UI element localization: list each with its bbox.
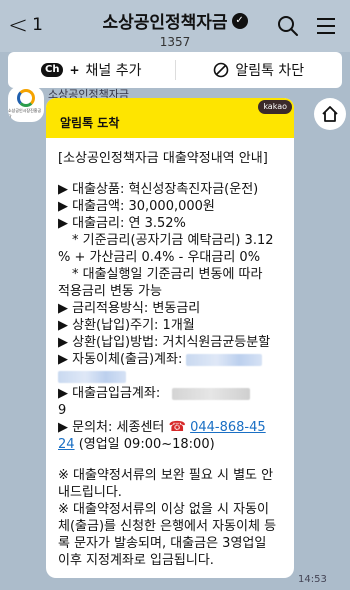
chat-title: 소상공인정책자금: [102, 13, 228, 33]
contact-cont: 24 (영업일 09:00~18:00): [58, 436, 284, 453]
rate-note-cont: 적용금리 변동 가능: [58, 284, 162, 299]
loan-product: ▶ 대출상품: 혁신성장촉진자금(운전): [58, 182, 259, 197]
message-time: 14:53: [298, 574, 327, 585]
notice-2-cont: 체(출금)를 신청한 은행에서 자동이체 등: [58, 519, 277, 534]
logo-icon: [17, 88, 35, 107]
redacted-account: [186, 353, 263, 366]
notice-2-cont: 이후 지정계좌로 입금됩니다.: [58, 553, 214, 568]
chevron-left-icon: <: [8, 11, 29, 39]
block-icon: [214, 62, 229, 78]
alimtalk-header: 알림톡 도착: [46, 98, 294, 138]
verified-icon: ✓: [231, 12, 248, 29]
chat-title-area[interactable]: 소상공인정책자금 ✓ 1357: [80, 8, 270, 49]
avatar-caption: 소상공인시장진흥공단: [8, 107, 42, 119]
rate-note: * 대출실행일 기준금리 변동에 따라: [72, 267, 263, 282]
channel-action-bar: Ch + 채널 추가 알림톡 차단: [8, 52, 342, 88]
deposit-account-tail: 9: [58, 403, 67, 418]
repay-method: ▶ 상환(납입)방법: 거치식원금균등분할: [58, 335, 271, 350]
redacted-account: [58, 370, 126, 383]
add-channel-label: 채널 추가: [85, 63, 142, 79]
phone-icon: ☎: [168, 419, 186, 435]
auto-debit-label: ▶ 자동이체(출금)계좌:: [58, 352, 183, 367]
add-channel-button[interactable]: Ch + 채널 추가: [8, 60, 175, 80]
member-count: 1357: [159, 35, 191, 49]
alimtalk-heading: 알림톡 도착: [60, 116, 120, 130]
message-body: [소상공인정책자금 대출약정내역 안내] ▶ 대출상품: 혁신성장촉진자금(운전…: [46, 138, 294, 569]
search-icon[interactable]: [276, 14, 300, 38]
notice-1-cont: 내드립니다.: [58, 485, 122, 500]
back-button[interactable]: < 1: [8, 10, 56, 40]
chat-header: < 1 소상공인정책자금 ✓ 1357: [0, 0, 350, 52]
repay-cycle: ▶ 상환(납입)주기: 1개월: [58, 318, 195, 333]
message-title: [소상공인정책자금 대출약정내역 안내]: [58, 151, 268, 166]
redacted-account: [172, 387, 251, 400]
channel-icon: Ch: [40, 63, 64, 77]
deposit-label: ▶ 대출금입금계좌:: [58, 386, 161, 401]
contact-label: ▶ 문의처: 세종센터: [58, 420, 165, 435]
plus-icon: +: [69, 63, 80, 77]
phone-link[interactable]: 044-868-45: [190, 420, 266, 435]
notice-1: ※ 대출약정서류의 보완 필요 시 별도 안: [58, 468, 274, 483]
block-alerts-label: 알림톡 차단: [235, 63, 305, 79]
block-alerts-button[interactable]: 알림톡 차단: [176, 60, 343, 80]
home-icon: [322, 106, 338, 122]
phone-link-cont[interactable]: 24: [58, 437, 75, 452]
loan-amount: ▶ 대출금액: 30,000,000원: [58, 199, 215, 214]
deposit-account: ▶ 대출금입금계좌:: [58, 385, 284, 402]
rate-method: ▶ 금리적용방식: 변동금리: [58, 301, 201, 316]
kakao-badge: kakao: [258, 100, 292, 114]
rate-detail-cont: % + 가산금리 0.4% - 우대금리 0%: [58, 250, 261, 265]
rate-detail: * 기준금리(공자기금 예탁금리) 3.12: [72, 233, 274, 248]
message-bubble[interactable]: 알림톡 도착 kakao [소상공인정책자금 대출약정내역 안내] ▶ 대출상품…: [46, 98, 294, 578]
menu-icon[interactable]: [314, 14, 338, 38]
home-button[interactable]: [314, 98, 346, 130]
notice-2: ※ 대출약정서류의 이상 없을 시 자동이: [58, 502, 269, 517]
avatar[interactable]: 소상공인시장진흥공단: [8, 86, 44, 122]
auto-debit-account-cont: [58, 368, 284, 385]
notice-2-cont: 록 문자가 발송되며, 대출금은 3영업일: [58, 536, 267, 551]
business-hours: (영업일 09:00~18:00): [78, 437, 215, 452]
unread-count: 1: [32, 15, 43, 35]
loan-rate: ▶ 대출금리: 연 3.52%: [58, 216, 186, 231]
contact: ▶ 문의처: 세종센터 ☎ 044-868-45: [58, 419, 284, 436]
auto-debit-account: ▶ 자동이체(출금)계좌:: [58, 351, 284, 368]
